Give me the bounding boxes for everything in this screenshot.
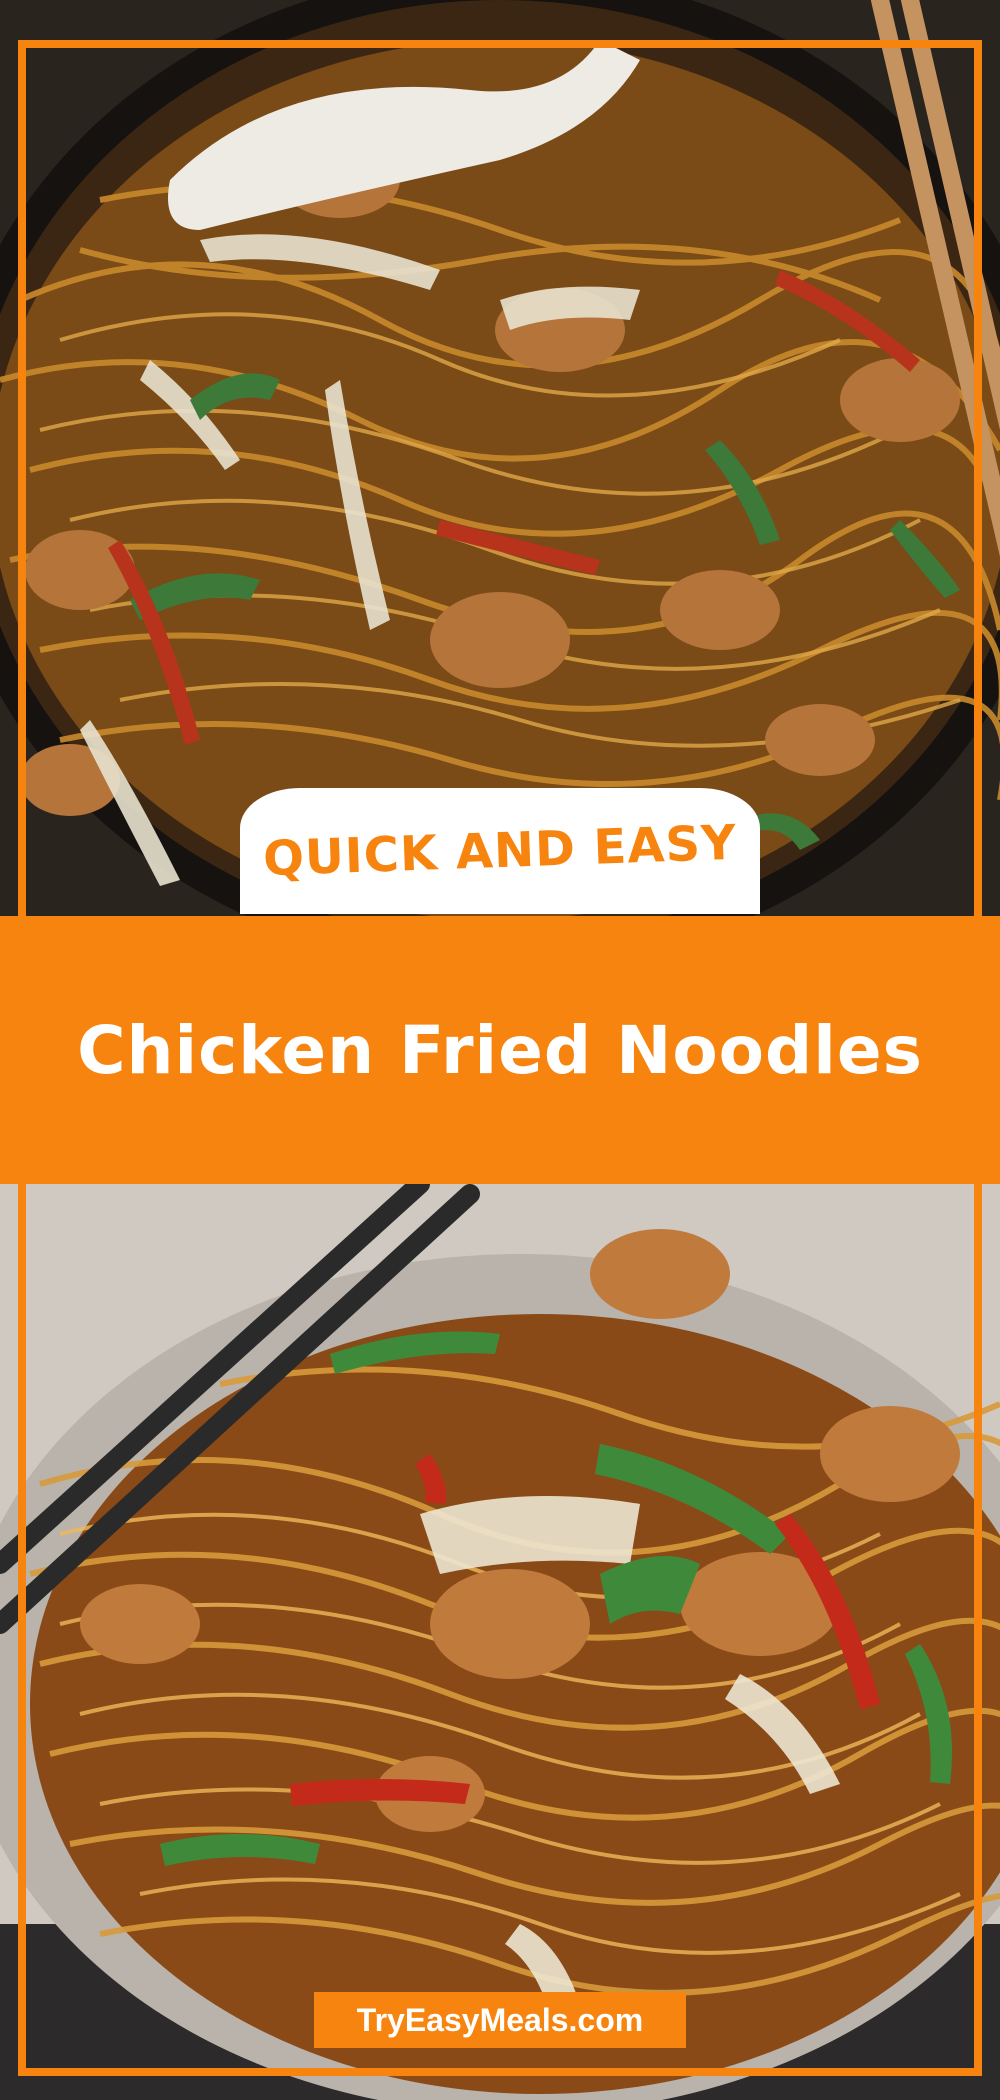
website-badge[interactable]: TryEasyMeals.com	[314, 1992, 686, 2048]
quick-easy-label: QUICK AND EASY	[262, 814, 738, 888]
quick-easy-badge: QUICK AND EASY	[240, 788, 760, 914]
bottom-noodles-photo	[0, 1184, 1000, 2100]
recipe-title: Chicken Fried Noodles	[77, 1011, 923, 1089]
website-label[interactable]: TryEasyMeals.com	[357, 2002, 643, 2039]
title-band: Chicken Fried Noodles	[0, 916, 1000, 1184]
top-noodles-photo	[0, 0, 1000, 916]
